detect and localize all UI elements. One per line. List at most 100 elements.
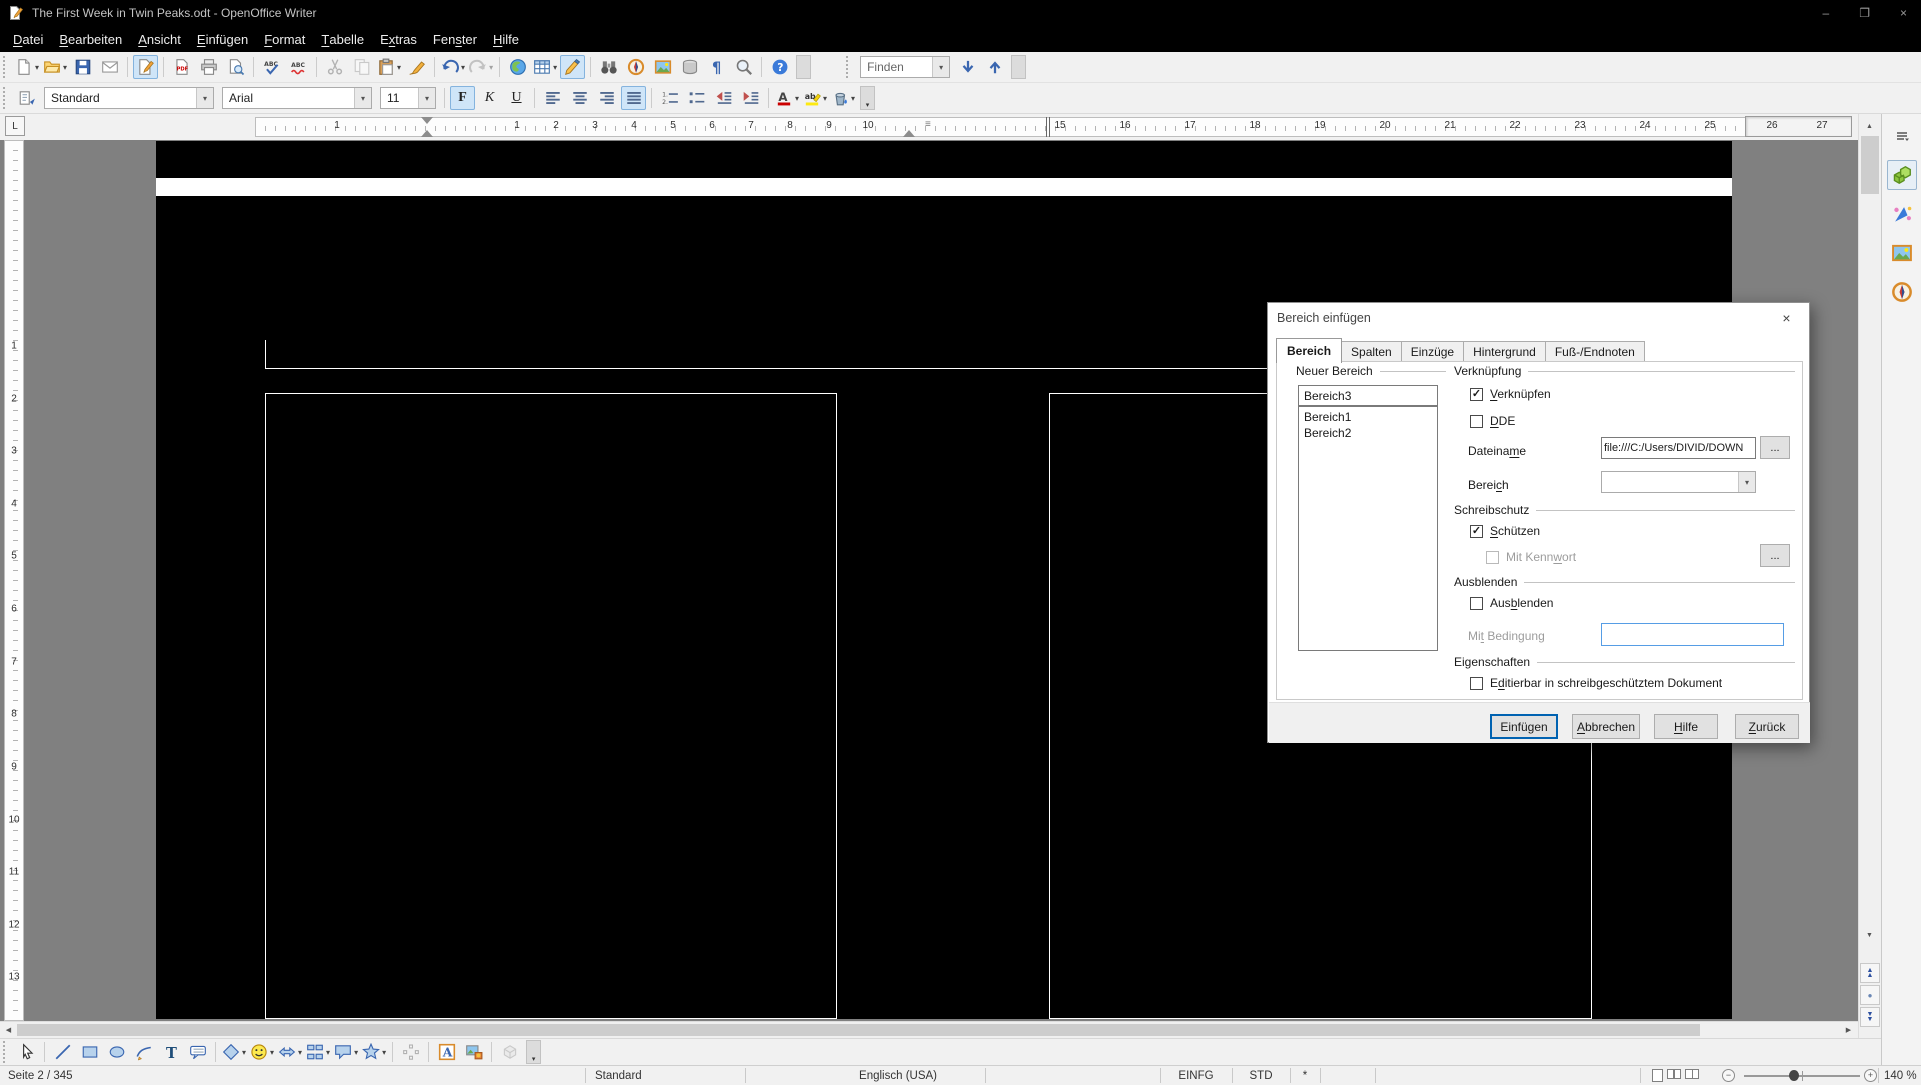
- tab-spalten[interactable]: Spalten: [1341, 341, 1402, 362]
- scroll-down-icon[interactable]: ▼: [1861, 927, 1878, 943]
- section-list[interactable]: Bereich1Bereich2: [1298, 406, 1438, 651]
- minimize-button[interactable]: –: [1823, 6, 1830, 20]
- ellipse-button[interactable]: [104, 1040, 129, 1064]
- chevron-down-icon[interactable]: ▾: [196, 88, 213, 108]
- find-next-button[interactable]: [955, 55, 980, 79]
- zoom-in-icon[interactable]: +: [1864, 1069, 1877, 1082]
- dropdown-arrow-icon[interactable]: ▾: [851, 94, 855, 103]
- fontwork-gallery-button[interactable]: [434, 1040, 459, 1064]
- close-button[interactable]: ×: [1900, 6, 1907, 20]
- zoom-out-icon[interactable]: −: [1722, 1069, 1735, 1082]
- previous-page-button[interactable]: ▲▲: [1860, 963, 1880, 983]
- checkbox-icon[interactable]: [1470, 677, 1483, 690]
- restore-button[interactable]: ❐: [1859, 6, 1870, 20]
- menu-hilfe[interactable]: Hilfe: [485, 26, 527, 52]
- scroll-left-icon[interactable]: ◀: [0, 1022, 17, 1038]
- dropdown-arrow-icon[interactable]: ▾: [823, 94, 827, 103]
- hyperlink-button[interactable]: [505, 55, 530, 79]
- modified-indicator[interactable]: *: [1290, 1066, 1320, 1085]
- edit-mode-button[interactable]: [133, 55, 158, 79]
- freeform-line-button[interactable]: [131, 1040, 156, 1064]
- section-name-input[interactable]: Bereich3: [1298, 385, 1438, 406]
- chevron-down-icon[interactable]: ▾: [932, 57, 949, 77]
- condition-input[interactable]: [1601, 623, 1784, 646]
- horizontal-scrollbar-thumb[interactable]: [17, 1024, 1700, 1036]
- find-toolbar-end[interactable]: [1011, 55, 1026, 79]
- language-indicator[interactable]: Englisch (USA): [745, 1066, 985, 1085]
- section-list-item[interactable]: Bereich2: [1299, 425, 1437, 441]
- bullet-list-button[interactable]: [684, 86, 709, 110]
- right-indent-marker[interactable]: [903, 130, 915, 137]
- decrease-indent-button[interactable]: [711, 86, 736, 110]
- text-box-button[interactable]: [158, 1040, 183, 1064]
- callouts-button[interactable]: ▾: [333, 1040, 359, 1064]
- find-replace-button[interactable]: [596, 55, 621, 79]
- dialog-close-button[interactable]: ×: [1764, 304, 1809, 332]
- bold-button[interactable]: F: [450, 86, 475, 110]
- dropdown-arrow-icon[interactable]: ▾: [382, 1048, 386, 1057]
- view-single-page-icon[interactable]: [1652, 1069, 1663, 1082]
- menu-einfuegen[interactable]: Einfügen: [189, 26, 256, 52]
- align-right-button[interactable]: [594, 86, 619, 110]
- paste-button[interactable]: ▾: [376, 55, 402, 79]
- sidebar-properties-button[interactable]: [1887, 160, 1917, 190]
- toolbar-end-button[interactable]: [796, 55, 811, 79]
- left-indent-marker[interactable]: [421, 130, 433, 137]
- text-frame[interactable]: [265, 393, 837, 1019]
- section-dropdown[interactable]: ▾: [1601, 471, 1756, 493]
- dropdown-arrow-icon[interactable]: ▾: [795, 94, 799, 103]
- block-arrows-button[interactable]: ▾: [277, 1040, 303, 1064]
- dropdown-arrow-icon[interactable]: ▾: [270, 1048, 274, 1057]
- checkbox-icon[interactable]: [1470, 415, 1483, 428]
- find-previous-button[interactable]: [982, 55, 1007, 79]
- chevron-down-icon[interactable]: ▾: [1738, 472, 1755, 492]
- browse-button[interactable]: ...: [1760, 436, 1790, 459]
- italic-button[interactable]: K: [477, 86, 502, 110]
- table-button[interactable]: ▾: [532, 55, 558, 79]
- font-size-combo[interactable]: 11 ▾: [380, 87, 436, 109]
- dropdown-arrow-icon[interactable]: ▾: [326, 1048, 330, 1057]
- new-document-button[interactable]: ▾: [14, 55, 40, 79]
- menu-bearbeiten[interactable]: Bearbeiten: [51, 26, 130, 52]
- checkbox-dde[interactable]: DDE: [1470, 414, 1515, 428]
- spellcheck-button[interactable]: [259, 55, 284, 79]
- paragraph-style-combo[interactable]: Standard ▾: [44, 87, 214, 109]
- checkbox-icon[interactable]: ✓: [1470, 388, 1483, 401]
- next-page-button[interactable]: ▼▼: [1860, 1007, 1880, 1027]
- vertical-scrollbar[interactable]: ▲ ▼ ▲▲ ● ▼▼: [1858, 114, 1881, 1038]
- chevron-down-icon[interactable]: ▾: [354, 88, 371, 108]
- password-browse-button[interactable]: ...: [1760, 544, 1790, 567]
- increase-indent-button[interactable]: [738, 86, 763, 110]
- highlighting-button[interactable]: ▾: [802, 86, 828, 110]
- einfuegen-button[interactable]: Einfügen: [1490, 714, 1558, 739]
- checkbox-verknuepfen[interactable]: ✓ Verknüpfen: [1470, 387, 1551, 401]
- tab-bereich[interactable]: Bereich: [1276, 338, 1342, 363]
- zoom-slider-thumb[interactable]: [1789, 1070, 1799, 1081]
- toolbar-overflow-button[interactable]: ▾: [526, 1040, 541, 1064]
- line-button[interactable]: [50, 1040, 75, 1064]
- dropdown-arrow-icon[interactable]: ▾: [489, 63, 493, 72]
- checkbox-editierbar[interactable]: Editierbar in schreibgeschütztem Dokumen…: [1470, 676, 1722, 690]
- menu-extras[interactable]: Extras: [372, 26, 425, 52]
- zoom-button[interactable]: [731, 55, 756, 79]
- dropdown-arrow-icon[interactable]: ▾: [298, 1048, 302, 1057]
- font-color-button[interactable]: ▾: [774, 86, 800, 110]
- hilfe-button[interactable]: Hilfe: [1654, 714, 1718, 739]
- sidebar-menu-button[interactable]: [1887, 121, 1917, 151]
- navigator-button[interactable]: [623, 55, 648, 79]
- abbrechen-button[interactable]: Abbrechen: [1572, 714, 1640, 739]
- underline-button[interactable]: U: [504, 86, 529, 110]
- picture-from-file-button[interactable]: [461, 1040, 486, 1064]
- scroll-right-icon[interactable]: ▶: [1840, 1022, 1857, 1038]
- sidebar-gallery-button[interactable]: [1887, 238, 1917, 268]
- horizontal-scrollbar[interactable]: ◀ ▶: [0, 1021, 1858, 1038]
- numbered-list-button[interactable]: [657, 86, 682, 110]
- export-pdf-button[interactable]: [169, 55, 194, 79]
- vertical-scrollbar-thumb[interactable]: [1861, 136, 1879, 194]
- gallery-button[interactable]: [650, 55, 675, 79]
- help-button[interactable]: [767, 55, 792, 79]
- navigation-button[interactable]: ●: [1860, 985, 1880, 1005]
- checkbox-icon[interactable]: ✓: [1470, 525, 1483, 538]
- align-center-button[interactable]: [567, 86, 592, 110]
- menu-tabelle[interactable]: Tabelle: [313, 26, 372, 52]
